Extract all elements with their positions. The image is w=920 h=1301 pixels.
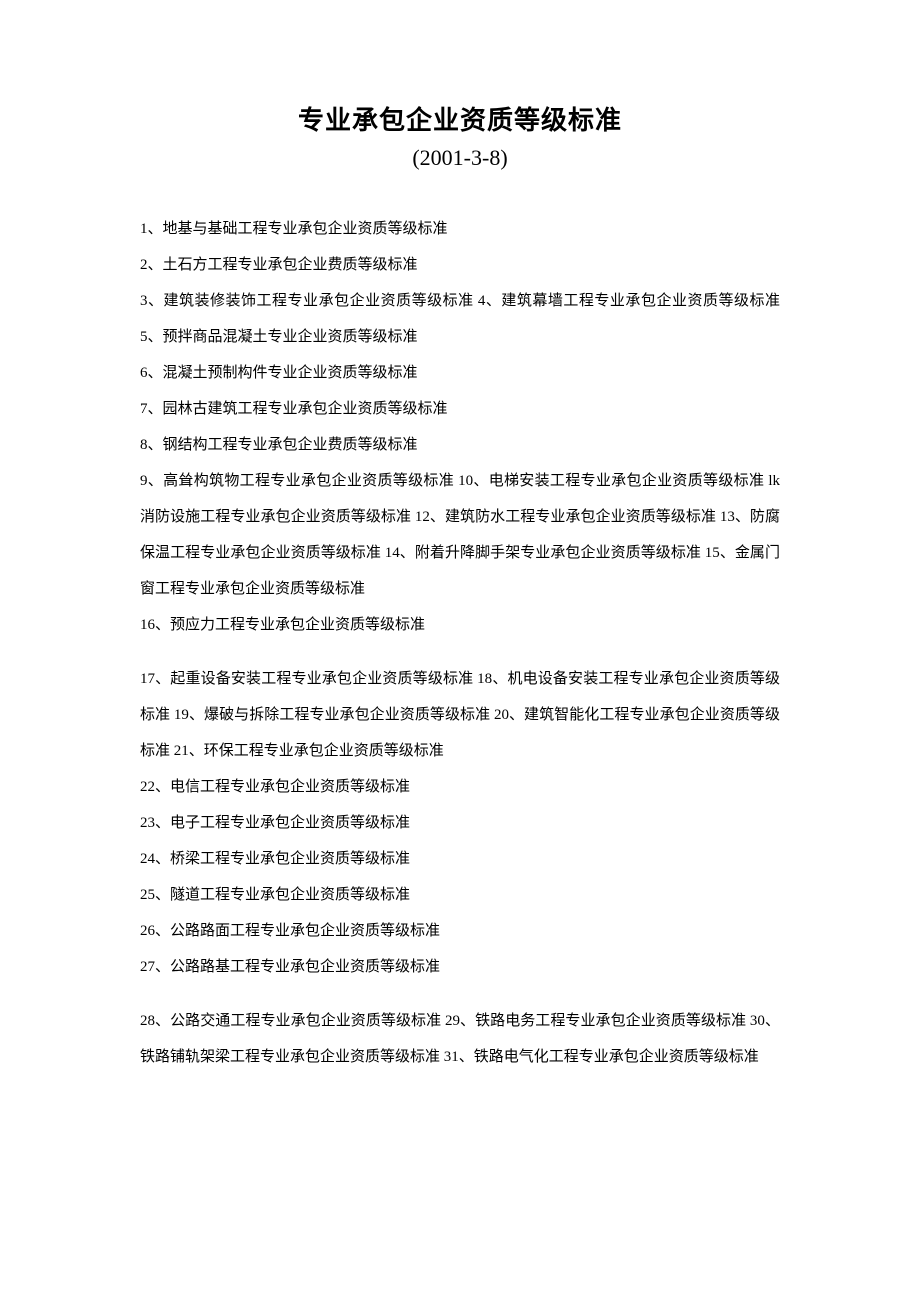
- list-item: 9、高耸构筑物工程专业承包企业资质等级标准 10、电梯安装工程专业承包企业资质等…: [140, 463, 780, 607]
- document-body: 1、地基与基础工程专业承包企业资质等级标准2、土石方工程专业承包企业费质等级标准…: [140, 211, 780, 1075]
- list-item: 7、园林古建筑工程专业承包企业资质等级标准: [140, 391, 780, 427]
- list-item: 17、起重设备安装工程专业承包企业资质等级标准 18、机电设备安装工程专业承包企…: [140, 661, 780, 769]
- document-date: (2001-3-8): [140, 145, 780, 171]
- list-item: 25、隧道工程专业承包企业资质等级标准: [140, 877, 780, 913]
- list-item: 23、电子工程专业承包企业资质等级标准: [140, 805, 780, 841]
- list-item: 16、预应力工程专业承包企业资质等级标准: [140, 607, 780, 643]
- list-item: 28、公路交通工程专业承包企业资质等级标准 29、铁路电务工程专业承包企业资质等…: [140, 1003, 780, 1075]
- list-item: 6、混凝土预制构件专业企业资质等级标准: [140, 355, 780, 391]
- list-item: 22、电信工程专业承包企业资质等级标准: [140, 769, 780, 805]
- list-item: 26、公路路面工程专业承包企业资质等级标准: [140, 913, 780, 949]
- list-item: 2、土石方工程专业承包企业费质等级标准: [140, 247, 780, 283]
- list-item: 27、公路路基工程专业承包企业资质等级标准: [140, 949, 780, 985]
- list-item: 8、钢结构工程专业承包企业费质等级标准: [140, 427, 780, 463]
- document-title: 专业承包企业资质等级标准: [140, 100, 780, 137]
- list-item: 3、建筑装修装饰工程专业承包企业资质等级标准 4、建筑幕墙工程专业承包企业资质等…: [140, 283, 780, 355]
- list-item: 1、地基与基础工程专业承包企业资质等级标准: [140, 211, 780, 247]
- list-item: 24、桥梁工程专业承包企业资质等级标准: [140, 841, 780, 877]
